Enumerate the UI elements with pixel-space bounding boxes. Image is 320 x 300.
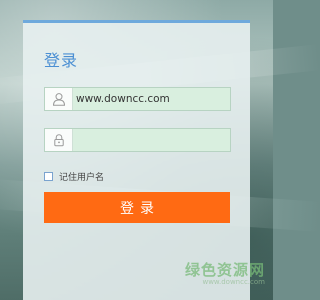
- lock-icon: [45, 129, 73, 151]
- site-watermark: 绿色资源网 www.downcc.com: [185, 263, 265, 286]
- user-icon: [45, 88, 73, 110]
- password-input[interactable]: [76, 129, 226, 151]
- login-panel: 登录 记住用户名 登录: [23, 20, 250, 300]
- watermark-url: www.downcc.com: [202, 278, 265, 286]
- username-field[interactable]: [44, 87, 231, 111]
- remember-checkbox[interactable]: [44, 171, 53, 181]
- remember-username[interactable]: 记住用户名: [44, 170, 105, 183]
- password-field[interactable]: [44, 128, 231, 152]
- remember-label: 记住用户名: [59, 172, 105, 183]
- watermark-name: 绿色资源网: [184, 261, 265, 279]
- username-input[interactable]: [76, 88, 226, 110]
- panel-top-bar: [23, 20, 250, 23]
- login-button[interactable]: 登录: [44, 192, 230, 223]
- login-title: 登录: [44, 51, 79, 70]
